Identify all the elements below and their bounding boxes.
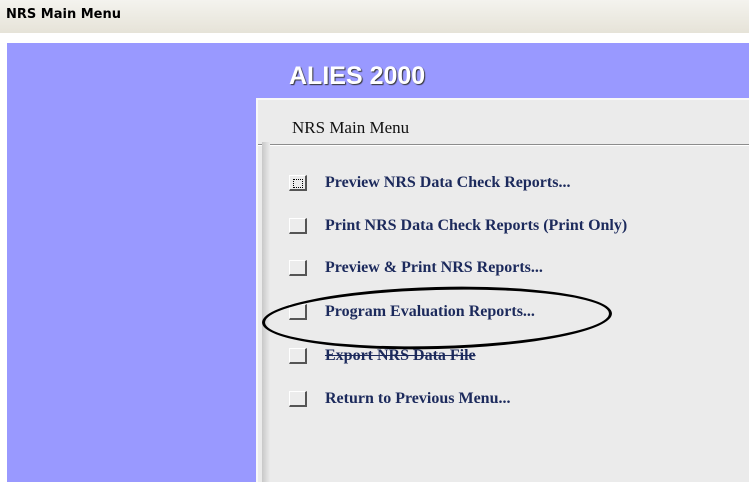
- menu-button[interactable]: [289, 218, 307, 234]
- menu-header: NRS Main Menu: [258, 100, 749, 145]
- window-title-bar[interactable]: NRS Main Menu: [0, 0, 749, 33]
- menu-item-label: Preview NRS Data Check Reports...: [325, 174, 571, 191]
- menu-title: NRS Main Menu: [292, 118, 410, 137]
- menu-button[interactable]: [289, 175, 307, 191]
- menu-button[interactable]: [289, 260, 307, 276]
- menu-item-label: Print NRS Data Check Reports (Print Only…: [325, 217, 628, 234]
- menu-item-label: Export NRS Data File: [325, 347, 476, 364]
- window-title: NRS Main Menu: [6, 7, 121, 22]
- panel-divider: [262, 142, 270, 482]
- menu-item-label: Return to Previous Menu...: [325, 390, 511, 407]
- menu-button[interactable]: [289, 348, 307, 364]
- menu-button[interactable]: [289, 391, 307, 407]
- app-name-heading: ALIES 2000: [289, 62, 426, 90]
- menu-item-label: Preview & Print NRS Reports...: [325, 259, 543, 276]
